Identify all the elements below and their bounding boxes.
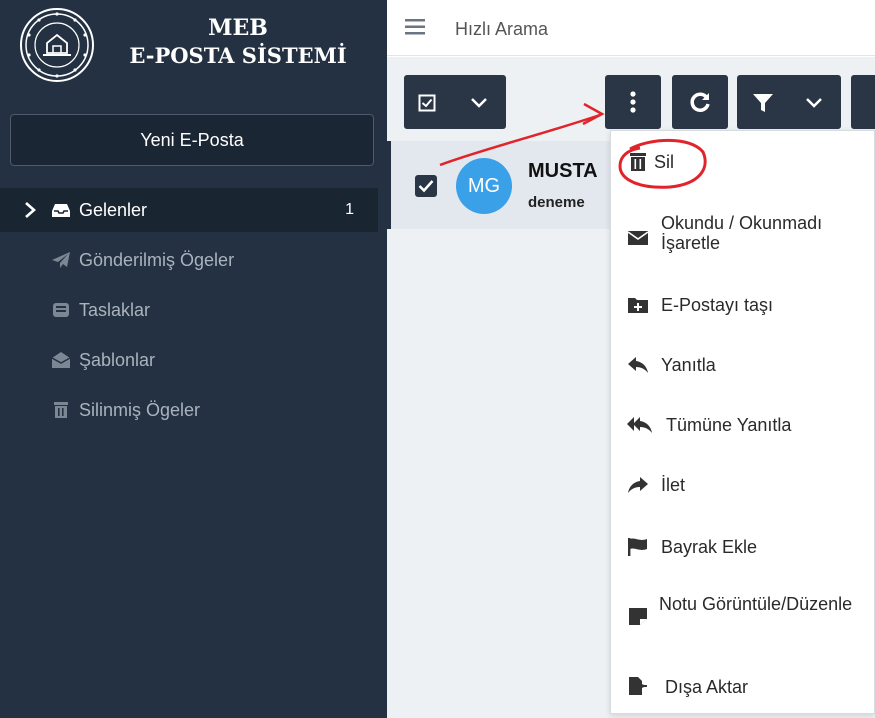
- menu-item-forward[interactable]: İlet: [611, 457, 875, 513]
- select-all-button[interactable]: [404, 75, 506, 129]
- refresh-button[interactable]: [672, 75, 728, 129]
- menu-item-label: Okundu / Okunmadı İşaretle: [661, 213, 823, 253]
- brand-line1: MEB: [208, 15, 268, 41]
- reply-all-icon: [627, 417, 652, 433]
- menu-item-label: Notu Görüntüle/Düzenle: [659, 594, 853, 614]
- checkbox-icon: [418, 94, 436, 112]
- chevron-down-icon[interactable]: [470, 96, 488, 110]
- menu-item-add-flag[interactable]: Bayrak Ekle: [611, 518, 875, 574]
- mail-sender: MUSTA: [528, 160, 598, 182]
- hamburger-menu-icon[interactable]: [405, 19, 425, 35]
- more-actions-button[interactable]: [605, 75, 661, 129]
- sidebar-item-label: Şablonlar: [79, 349, 156, 370]
- sidebar: MEB E-POSTA SİSTEMİ Yeni E-Posta Gelenle…: [0, 0, 387, 718]
- filter-icon: [753, 94, 773, 112]
- menu-item-label: Tümüne Yanıtla: [666, 415, 792, 435]
- open-envelope-icon: [51, 352, 71, 368]
- brand-title: MEB E-POSTA SİSTEMİ: [98, 14, 378, 70]
- flag-icon: [628, 538, 647, 556]
- sidebar-item-label: Gönderilmiş Ögeler: [79, 249, 235, 270]
- menu-item-label: Dışa Aktar: [665, 677, 749, 697]
- inbox-icon: [52, 204, 70, 217]
- toolbar-button-partial[interactable]: [851, 75, 875, 129]
- reply-icon: [628, 357, 648, 373]
- trash-icon: [630, 153, 646, 171]
- actions-dropdown-menu: Sil Okundu / Okunmadı İşaretle E-Postayı…: [610, 130, 875, 714]
- sticky-note-icon: [629, 608, 647, 625]
- chevron-right-icon: [25, 202, 36, 218]
- menu-item-label: Bayrak Ekle: [661, 537, 758, 557]
- menu-item-export[interactable]: Dışa Aktar: [611, 658, 875, 714]
- refresh-icon: [690, 92, 710, 112]
- sidebar-item-deleted[interactable]: Silinmiş Ögeler: [0, 388, 378, 432]
- drafts-icon: [53, 303, 69, 317]
- sidebar-item-sent[interactable]: Gönderilmiş Ögeler: [0, 238, 378, 282]
- share-icon: [628, 477, 648, 493]
- unread-count: 1: [345, 201, 354, 218]
- menu-item-delete[interactable]: Sil: [611, 134, 875, 190]
- sidebar-item-label: Taslaklar: [79, 299, 151, 320]
- sidebar-item-inbox[interactable]: Gelenler 1: [0, 188, 378, 232]
- menu-item-reply-all[interactable]: Tümüne Yanıtla: [611, 397, 875, 453]
- sidebar-item-label: Gelenler: [79, 199, 148, 220]
- trash-icon: [54, 402, 68, 418]
- brand-line2: E-POSTA SİSTEMİ: [129, 43, 347, 68]
- mail-row-checkbox[interactable]: [415, 175, 437, 197]
- filter-button[interactable]: [737, 75, 841, 129]
- menu-item-label: Sil: [654, 152, 675, 172]
- vertical-ellipsis-icon: [630, 91, 636, 113]
- sidebar-item-templates[interactable]: Şablonlar: [0, 338, 378, 382]
- menu-item-label: E-Postayı taşı: [661, 295, 774, 315]
- sidebar-item-drafts[interactable]: Taslaklar: [0, 288, 378, 332]
- quick-search-input[interactable]: [455, 14, 855, 44]
- menu-item-label: Yanıtla: [661, 355, 716, 375]
- folder-plus-icon: [628, 298, 648, 313]
- menu-item-reply[interactable]: Yanıtla: [611, 337, 875, 393]
- new-mail-button[interactable]: Yeni E-Posta: [10, 114, 374, 166]
- menu-item-mark-read[interactable]: Okundu / Okunmadı İşaretle: [611, 204, 875, 272]
- chevron-down-icon[interactable]: [805, 96, 823, 110]
- topbar: [387, 0, 875, 56]
- mail-subject: deneme: [528, 194, 585, 211]
- menu-item-move[interactable]: E-Postayı taşı: [611, 276, 875, 332]
- paper-plane-icon: [52, 252, 70, 268]
- sidebar-item-label: Silinmiş Ögeler: [79, 399, 201, 420]
- envelope-icon: [627, 231, 649, 245]
- check-icon: [418, 180, 434, 193]
- avatar: MG: [456, 158, 512, 214]
- file-export-icon: [629, 677, 647, 695]
- menu-item-note[interactable]: Notu Görüntüle/Düzenle: [611, 581, 875, 651]
- meb-logo: [20, 8, 94, 82]
- menu-item-label: İlet: [661, 475, 686, 495]
